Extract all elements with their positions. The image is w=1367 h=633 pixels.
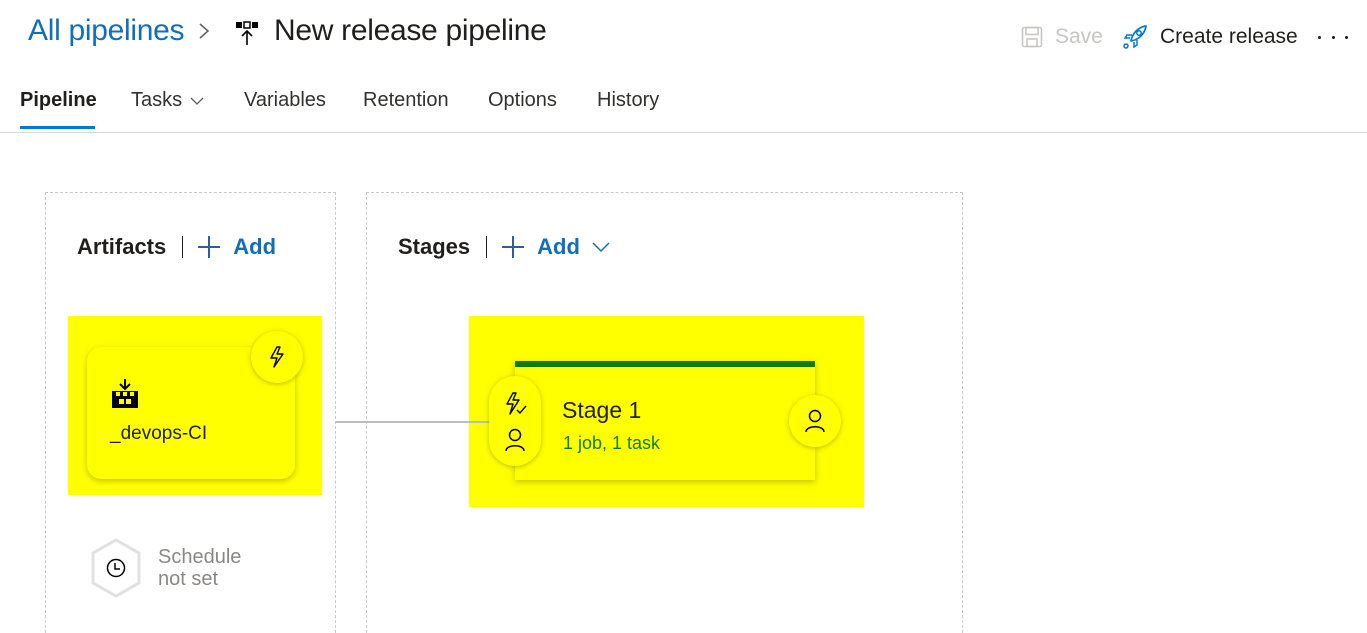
post-deployment-conditions-button[interactable]: [789, 395, 841, 447]
release-pipeline-icon: [236, 21, 258, 45]
stage-name: Stage 1: [562, 397, 642, 423]
tab-pipeline[interactable]: Pipeline: [20, 89, 97, 112]
stages-title: Stages: [398, 234, 471, 259]
plus-icon: [198, 236, 221, 258]
artifacts-title: Artifacts: [77, 234, 167, 259]
schedule-status: Schedule not set: [158, 546, 242, 590]
schedule-trigger-button[interactable]: Schedule not set: [90, 538, 241, 598]
tab-options[interactable]: Options: [488, 89, 557, 112]
save-button[interactable]: Save: [1021, 22, 1103, 52]
save-label: Save: [1055, 25, 1103, 48]
rocket-icon: [1123, 25, 1147, 49]
breadcrumb-all-pipelines-link[interactable]: All pipelines: [28, 14, 185, 48]
divider: [182, 236, 184, 258]
lightning-icon: [270, 346, 284, 368]
tab-bar: Pipeline Tasks Variables Retention Optio…: [0, 80, 1367, 133]
active-tab-indicator: [20, 126, 95, 129]
pre-deployment-conditions-button[interactable]: [489, 376, 541, 466]
create-release-button[interactable]: Create release: [1122, 22, 1298, 52]
add-stage-button[interactable]: Add: [501, 234, 622, 260]
more-horizontal-icon: [1318, 35, 1321, 39]
tab-history[interactable]: History: [597, 89, 659, 112]
chevron-down-icon: [190, 97, 204, 105]
more-actions-button[interactable]: [1318, 22, 1348, 52]
artifact-stage-connector: [336, 421, 490, 423]
continuous-deployment-trigger-button[interactable]: [251, 331, 303, 383]
lightning-check-icon: [506, 392, 527, 415]
tab-retention[interactable]: Retention: [363, 89, 449, 112]
divider: [486, 236, 488, 258]
artifacts-header: Artifacts Add: [77, 234, 276, 260]
page-header: All pipelines New release pipeline Save …: [0, 0, 1367, 70]
person-icon: [805, 409, 825, 433]
build-artifact-icon: [112, 379, 138, 408]
tab-tasks[interactable]: Tasks: [131, 89, 204, 112]
stage-card[interactable]: Stage 1 1 job, 1 task: [515, 361, 815, 480]
stages-header: Stages Add: [398, 234, 622, 260]
chevron-right-icon: [199, 23, 210, 39]
add-artifact-button[interactable]: Add: [197, 234, 276, 260]
tab-variables[interactable]: Variables: [244, 89, 326, 112]
chevron-down-icon: [592, 242, 610, 253]
clock-icon: [91, 538, 141, 598]
save-icon: [1021, 26, 1043, 48]
person-icon: [505, 428, 525, 452]
plus-icon: [502, 236, 525, 258]
create-release-label: Create release: [1160, 25, 1298, 48]
stage-summary-link[interactable]: 1 job, 1 task: [563, 433, 660, 454]
artifact-name: _devops-CI: [110, 423, 208, 444]
page-title: New release pipeline: [274, 14, 547, 47]
